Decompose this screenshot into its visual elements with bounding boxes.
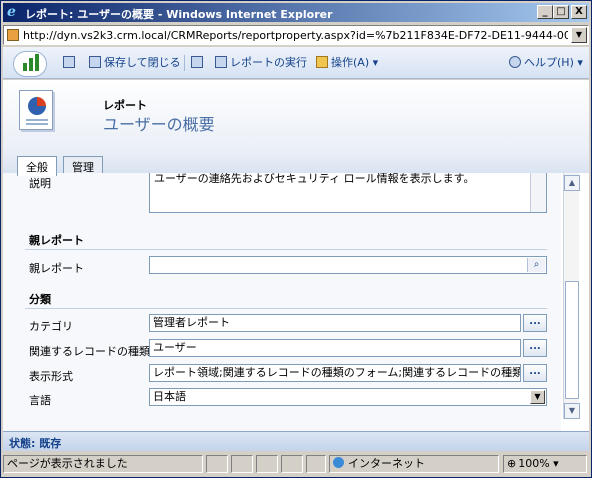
lookup-icon[interactable]: ⌕ — [527, 258, 545, 272]
help-menu[interactable]: ヘルプ(H) ▾ — [509, 55, 583, 71]
save-icon — [63, 56, 75, 68]
run-report-button[interactable]: レポートの実行 — [215, 55, 307, 71]
scroll-down-button[interactable]: ▼ — [564, 403, 580, 419]
crm-logo-icon — [13, 51, 47, 77]
form-scrollbar[interactable]: ▲ ▼ — [563, 173, 580, 419]
record-status-bar: 状態: 既存 — [3, 431, 589, 451]
tab-general[interactable]: 全般 — [17, 156, 57, 176]
parent-report-section: 親レポート — [29, 234, 84, 247]
status-panel — [231, 455, 253, 473]
record-status: 状態: 既存 — [9, 437, 62, 450]
zoom-icon: ⊕ — [507, 457, 517, 470]
ie-logo-icon: e — [7, 4, 16, 20]
toolbar-separator — [184, 55, 185, 71]
page-title: ユーザーの概要 — [103, 115, 215, 134]
run-report-label: レポートの実行 — [230, 56, 307, 69]
language-value: 日本語 — [153, 390, 186, 403]
display-format-ellipsis-button[interactable]: ... — [523, 364, 547, 382]
crm-toolbar: 保存して閉じる レポートの実行 操作(A) ▾ ヘルプ(H) ▾ — [3, 47, 589, 79]
scroll-up-button[interactable]: ▲ — [564, 175, 580, 191]
maximize-button[interactable]: □ — [553, 5, 569, 19]
scroll-thumb[interactable] — [565, 281, 579, 399]
category-ellipsis-button[interactable]: ... — [523, 314, 547, 332]
zone-label: インターネット — [348, 457, 425, 470]
run-report-icon — [215, 56, 227, 68]
save-close-label: 保存して閉じる — [104, 56, 181, 69]
language-label: 言語 — [29, 394, 51, 407]
save-icon-button[interactable] — [63, 55, 78, 71]
status-panel — [281, 455, 303, 473]
tab-strip: 全般 管理 — [3, 154, 589, 176]
save-close-button[interactable]: 保存して閉じる — [89, 55, 181, 71]
form-body: 説明 ユーザーの連絡先およびセキュリティ ロール情報を表示します。 親レポート … — [3, 173, 589, 431]
related-record-field[interactable]: ユーザー — [149, 339, 521, 357]
ie-status-bar: ページが表示されました インターネット ⊕ 100% ▾ — [3, 453, 589, 475]
related-record-label: 関連するレコードの種類 — [29, 345, 150, 358]
parent-report-label: 親レポート — [29, 262, 84, 275]
browser-window: e レポート: ユーザーの概要 - Windows Internet Explo… — [0, 0, 592, 478]
help-label: ヘルプ(H) ▾ — [524, 56, 583, 69]
print-preview-button[interactable] — [191, 55, 206, 71]
minimize-button[interactable]: _ — [537, 5, 553, 19]
title-bar[interactable]: e レポート: ユーザーの概要 - Windows Internet Explo… — [3, 3, 589, 22]
classification-section: 分類 — [29, 293, 51, 306]
close-button[interactable]: X — [571, 5, 587, 19]
description-field[interactable]: ユーザーの連絡先およびセキュリティ ロール情報を表示します。 — [149, 173, 547, 213]
category-label: カテゴリ — [29, 320, 73, 333]
display-format-label: 表示形式 — [29, 370, 73, 383]
security-zone[interactable]: インターネット — [329, 455, 499, 473]
zoom-level: 100% — [518, 457, 550, 470]
address-bar[interactable]: http://dyn.vs2k3.crm.local/CRMReports/re… — [3, 25, 589, 45]
actions-label: 操作(A) ▾ — [331, 56, 379, 69]
chevron-down-icon: ▾ — [553, 457, 559, 470]
print-preview-icon — [191, 56, 203, 68]
window-title: レポート: ユーザーの概要 - Windows Internet Explore… — [25, 8, 333, 21]
related-record-ellipsis-button[interactable]: ... — [523, 339, 547, 357]
actions-icon — [316, 56, 328, 68]
parent-report-lookup[interactable]: ⌕ — [149, 256, 547, 274]
url-text[interactable]: http://dyn.vs2k3.crm.local/CRMReports/re… — [23, 29, 568, 42]
section-divider — [25, 249, 547, 250]
status-panel — [256, 455, 278, 473]
help-icon — [509, 56, 521, 68]
category-field[interactable]: 管理者レポート — [149, 314, 521, 332]
report-document-icon — [19, 90, 53, 130]
form-content: 説明 ユーザーの連絡先およびセキュリティ ロール情報を表示します。 親レポート … — [3, 173, 561, 431]
status-panel — [306, 455, 326, 473]
status-message: ページが表示されました — [3, 455, 203, 473]
zoom-control[interactable]: ⊕ 100% ▾ — [503, 455, 587, 473]
actions-menu[interactable]: 操作(A) ▾ — [316, 55, 378, 71]
page-status-icon — [206, 455, 228, 473]
page-icon — [7, 29, 19, 41]
description-scrollbar[interactable] — [530, 173, 546, 212]
description-label: 説明 — [29, 177, 51, 190]
display-format-field[interactable]: レポート領域;関連するレコードの種類のフォーム;関連するレコードの種類のリスト — [149, 364, 521, 382]
address-dropdown-button[interactable]: ▼ — [571, 27, 587, 43]
save-close-icon — [89, 56, 101, 68]
globe-icon — [333, 457, 344, 468]
language-select[interactable]: 日本語 ▼ — [149, 388, 547, 406]
description-value: ユーザーの連絡先およびセキュリティ ロール情報を表示します。 — [154, 173, 475, 185]
chevron-down-icon[interactable]: ▼ — [530, 390, 545, 404]
form-header: レポート ユーザーの概要 — [3, 80, 589, 154]
section-divider — [25, 308, 547, 309]
